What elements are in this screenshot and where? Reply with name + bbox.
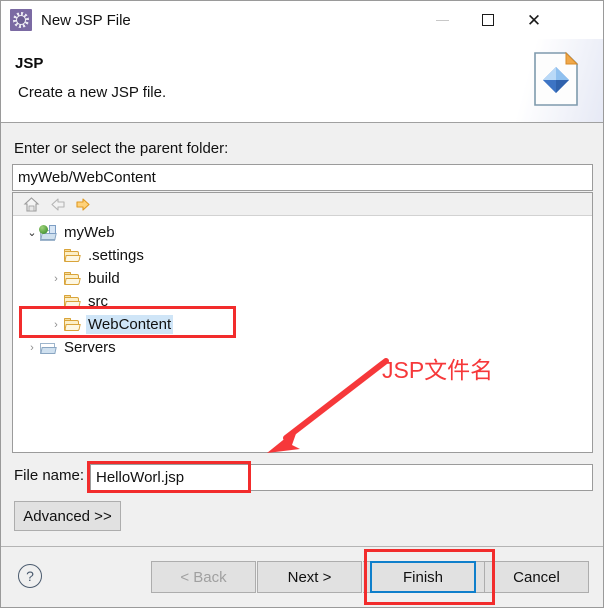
header-divider xyxy=(1,122,603,123)
file-name-input[interactable]: HelloWorl.jsp xyxy=(90,464,593,491)
project-icon xyxy=(39,224,57,241)
file-name-label: File name: xyxy=(14,467,85,484)
chevron-right-icon[interactable]: › xyxy=(49,318,63,332)
folder-icon xyxy=(63,294,81,310)
forward-arrow-icon[interactable] xyxy=(75,196,92,213)
chevron-right-icon[interactable]: › xyxy=(25,341,39,355)
folder-icon xyxy=(63,248,81,264)
home-icon[interactable] xyxy=(23,196,40,213)
button-strip-spacer xyxy=(476,561,484,593)
tree-item-label: .settings xyxy=(88,247,144,264)
chevron-right-icon[interactable]: › xyxy=(49,272,63,286)
tree-item-settings[interactable]: .settings xyxy=(13,244,592,267)
tree-item-label: Servers xyxy=(64,339,116,356)
help-question-icon[interactable]: ? xyxy=(18,564,42,588)
jsp-file-document-icon xyxy=(534,51,579,106)
tree-item-webcontent[interactable]: › WebContent xyxy=(13,313,592,336)
window-title: New JSP File xyxy=(41,11,131,29)
annotation-arrow-icon xyxy=(267,358,389,453)
minimize-icon xyxy=(435,19,449,21)
cancel-button[interactable]: Cancel xyxy=(484,561,589,593)
next-button[interactable]: Next > xyxy=(257,561,362,593)
maximize-button[interactable] xyxy=(465,1,511,39)
minimize-button[interactable] xyxy=(419,1,465,39)
back-arrow-icon[interactable] xyxy=(49,196,66,213)
jsp-wizard-icon xyxy=(10,9,32,31)
tree-item-label: WebContent xyxy=(86,315,174,334)
parent-folder-input[interactable]: myWeb/WebContent xyxy=(12,164,593,191)
tree-item-label: build xyxy=(88,270,120,287)
page-description: Create a new JSP file. xyxy=(18,84,167,101)
page-title: JSP xyxy=(15,55,44,72)
title-bar: New JSP File ✕ xyxy=(1,1,603,39)
tree-twisty-placeholder xyxy=(49,295,63,309)
tree-item-src[interactable]: src xyxy=(13,290,592,313)
servers-icon xyxy=(39,340,57,356)
tree-item-label: myWeb xyxy=(64,224,115,241)
tree-toolbar xyxy=(13,193,592,216)
finish-button[interactable]: Finish xyxy=(370,561,476,593)
tree-twisty-placeholder xyxy=(49,249,63,263)
advanced-button[interactable]: Advanced >> xyxy=(14,501,121,531)
chevron-down-icon[interactable]: ⌄ xyxy=(25,226,39,240)
folder-icon xyxy=(63,271,81,287)
tree-item-build[interactable]: › build xyxy=(13,267,592,290)
folder-icon xyxy=(63,317,81,333)
close-icon: ✕ xyxy=(526,10,542,30)
tree-item-label: src xyxy=(88,293,108,310)
maximize-icon xyxy=(482,14,494,26)
wizard-header: JSP Create a new JSP file. xyxy=(1,39,603,122)
tree-item-myweb[interactable]: ⌄ myWeb xyxy=(13,221,592,244)
new-jsp-file-dialog: New JSP File ✕ JSP Create a new JSP file… xyxy=(0,0,604,608)
parent-folder-label: Enter or select the parent folder: xyxy=(14,140,229,157)
close-button[interactable]: ✕ xyxy=(511,1,557,39)
back-button: < Back xyxy=(151,561,256,593)
